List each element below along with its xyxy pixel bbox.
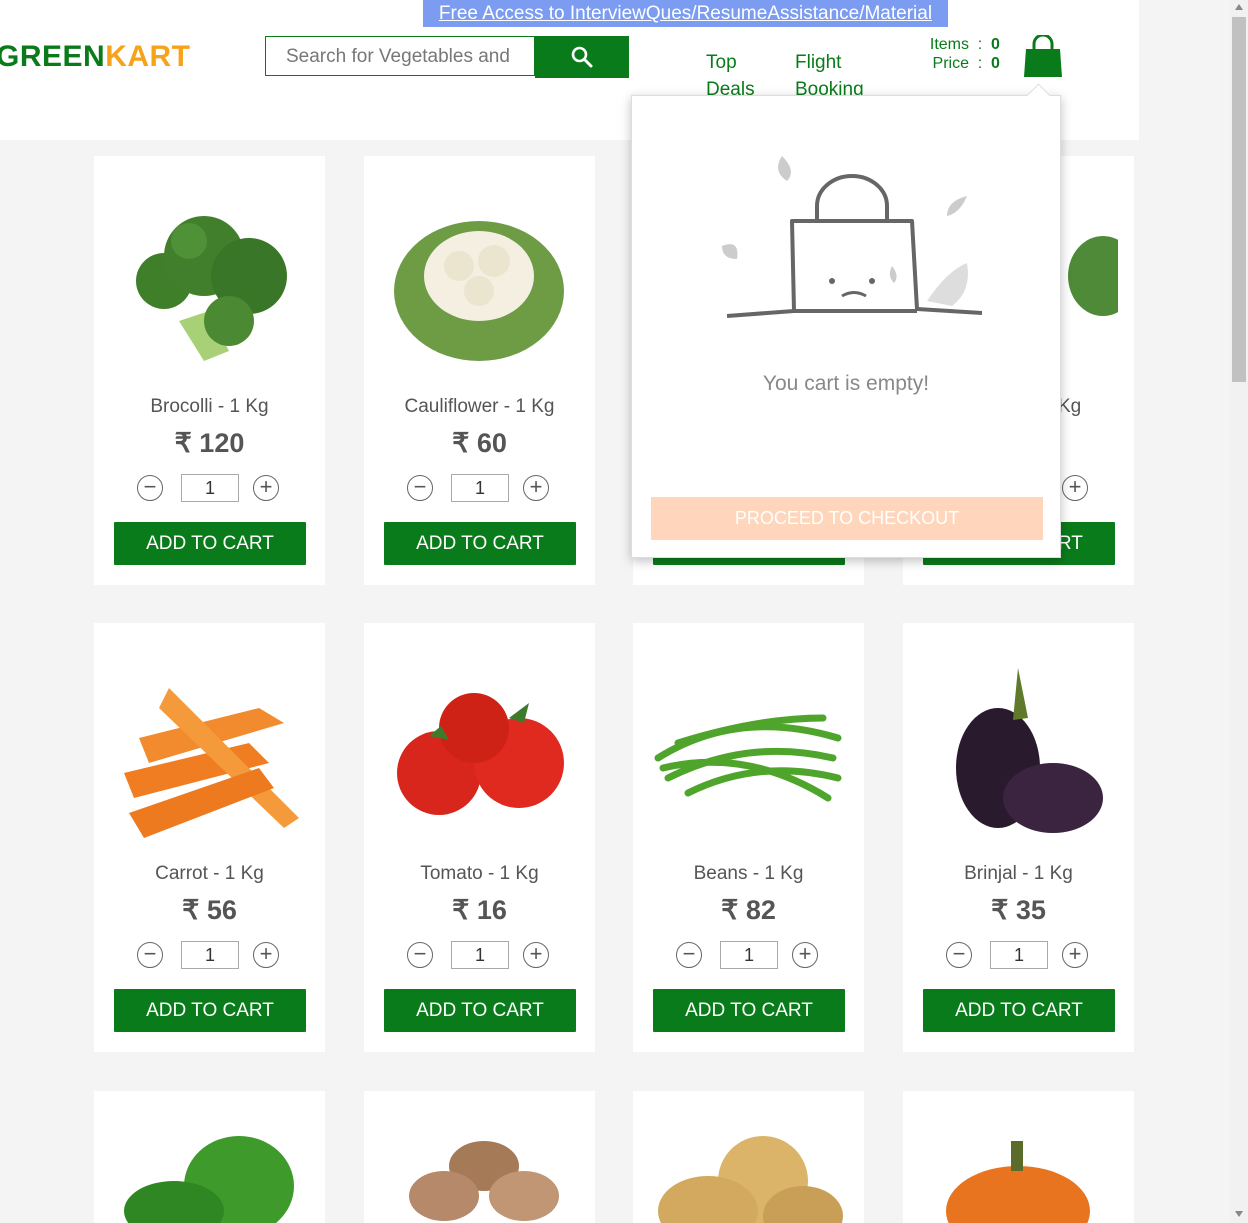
decrement-button[interactable]: − bbox=[137, 475, 163, 501]
product-card: Carrot - 1 Kg ₹ 56 − 1 + ADD TO CART bbox=[94, 623, 325, 1052]
quantity-stepper: − 1 + bbox=[676, 941, 822, 971]
cart-button[interactable] bbox=[1022, 33, 1064, 84]
cauliflower-image bbox=[394, 221, 564, 361]
carrot-image bbox=[124, 688, 299, 838]
nav-top-deals-line1: Top bbox=[706, 52, 737, 73]
product-name: Tomato - 1 Kg bbox=[420, 863, 539, 884]
product-card bbox=[94, 1091, 325, 1223]
add-to-cart-button[interactable]: ADD TO CART bbox=[923, 989, 1115, 1032]
quantity-stepper: − 1 + bbox=[407, 941, 553, 971]
product-name: Brocolli - 1 Kg bbox=[150, 396, 269, 417]
quantity-stepper: − 1 + bbox=[137, 474, 283, 504]
increment-button[interactable]: + bbox=[792, 942, 818, 968]
product-price: ₹ 60 bbox=[452, 428, 507, 458]
quantity-stepper: − 1 + bbox=[946, 941, 1092, 971]
items-separator: : bbox=[977, 36, 983, 53]
logo-kart-text: KART bbox=[105, 40, 191, 73]
product-card bbox=[633, 1091, 864, 1223]
product-name: Beans - 1 Kg bbox=[693, 863, 804, 884]
product-price: ₹ 120 bbox=[174, 428, 245, 458]
potato-image bbox=[658, 1136, 843, 1223]
increment-button[interactable]: + bbox=[253, 942, 279, 968]
empty-bag-illustration bbox=[722, 156, 982, 318]
empty-cart-message: You cart is empty! bbox=[762, 372, 930, 395]
product-card: Cauliflower - 1 Kg ₹ 60 − 1 + ADD TO CAR… bbox=[364, 156, 595, 585]
shopping-bag-icon bbox=[1024, 33, 1062, 77]
tomato-image bbox=[397, 693, 564, 815]
brand-logo[interactable]: GREENKART bbox=[0, 40, 191, 74]
cart-preview-popup: You cart is empty! PROCEED TO CHECKOUT bbox=[631, 83, 1061, 558]
product-card: Beans - 1 Kg ₹ 82 − 1 + ADD TO CART bbox=[633, 623, 864, 1052]
quantity-stepper: − 1 + bbox=[407, 474, 553, 504]
broccoli-image bbox=[136, 216, 287, 361]
price-total: 0 bbox=[991, 55, 1000, 72]
product-name: Brinjal - 1 Kg bbox=[964, 863, 1073, 884]
decrement-button[interactable]: − bbox=[137, 942, 163, 968]
proceed-to-checkout-button[interactable]: PROCEED TO CHECKOUT bbox=[651, 497, 1043, 540]
increment-button[interactable]: + bbox=[523, 942, 549, 968]
quantity-input[interactable]: 1 bbox=[451, 474, 509, 502]
increment-button[interactable]: + bbox=[253, 475, 279, 501]
product-card: Brinjal - 1 Kg ₹ 35 − 1 + ADD TO CART bbox=[903, 623, 1134, 1052]
cart-summary: Items : 0 Price : 0 bbox=[915, 35, 1000, 73]
quantity-input[interactable]: 1 bbox=[720, 941, 778, 969]
product-price: ₹ 56 bbox=[182, 895, 237, 925]
product-card: Tomato - 1 Kg ₹ 16 − 1 + ADD TO CART bbox=[364, 623, 595, 1052]
decrement-button[interactable]: − bbox=[946, 942, 972, 968]
product-card bbox=[364, 1091, 595, 1223]
items-label: Items bbox=[929, 36, 969, 53]
pumpkin-image bbox=[946, 1141, 1090, 1223]
increment-button[interactable]: + bbox=[1062, 942, 1088, 968]
capsicum-image bbox=[124, 1136, 294, 1223]
quantity-input[interactable]: 1 bbox=[181, 941, 239, 969]
product-name: Cauliflower - 1 Kg bbox=[404, 396, 555, 417]
promo-link[interactable]: Free Access to InterviewQues/ResumeAssis… bbox=[423, 0, 948, 27]
scroll-up-icon[interactable] bbox=[1235, 4, 1243, 10]
increment-button[interactable]: + bbox=[523, 475, 549, 501]
decrement-button[interactable]: − bbox=[407, 942, 433, 968]
search-icon bbox=[571, 46, 593, 68]
add-to-cart-button[interactable]: ADD TO CART bbox=[114, 989, 306, 1032]
items-count: 0 bbox=[991, 36, 1000, 53]
beans-image bbox=[654, 714, 842, 802]
add-to-cart-button[interactable]: ADD TO CART bbox=[114, 522, 306, 565]
product-name: Kg bbox=[1058, 396, 1082, 417]
quantity-input[interactable]: 1 bbox=[990, 941, 1048, 969]
product-card: Brocolli - 1 Kg ₹ 120 − 1 + ADD TO CART bbox=[94, 156, 325, 585]
product-price: ₹ 16 bbox=[452, 895, 507, 925]
scroll-down-icon[interactable] bbox=[1235, 1211, 1243, 1217]
decrement-button[interactable]: − bbox=[676, 942, 702, 968]
brinjal-image bbox=[956, 668, 1103, 833]
product-card bbox=[903, 1091, 1134, 1223]
quantity-input[interactable]: 1 bbox=[181, 474, 239, 502]
price-label: Price bbox=[932, 55, 969, 72]
scrollbar-thumb[interactable] bbox=[1232, 17, 1246, 382]
add-to-cart-button[interactable]: ADD TO CART bbox=[653, 989, 845, 1032]
search-input[interactable]: Search for Vegetables and bbox=[265, 36, 535, 76]
product-name: Carrot - 1 Kg bbox=[155, 863, 264, 884]
quantity-input[interactable]: 1 bbox=[451, 941, 509, 969]
mushroom-image bbox=[409, 1141, 559, 1221]
logo-green-text: GREEN bbox=[0, 40, 106, 73]
product-price: ₹ 35 bbox=[991, 895, 1046, 925]
add-to-cart-button[interactable]: ADD TO CART bbox=[384, 522, 576, 565]
search-button[interactable] bbox=[535, 36, 629, 78]
add-to-cart-button[interactable]: ADD TO CART bbox=[384, 989, 576, 1032]
price-separator: : bbox=[977, 55, 983, 72]
increment-button[interactable]: + bbox=[1062, 475, 1088, 501]
nav-flight-booking-line1: Flight bbox=[795, 52, 842, 73]
product-price: ₹ 82 bbox=[721, 895, 776, 925]
decrement-button[interactable]: − bbox=[407, 475, 433, 501]
quantity-stepper: − 1 + bbox=[137, 941, 283, 971]
